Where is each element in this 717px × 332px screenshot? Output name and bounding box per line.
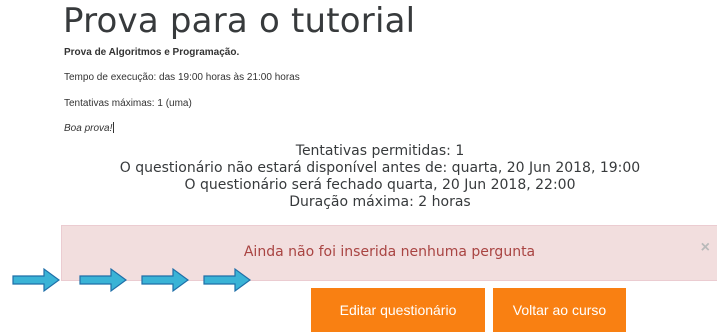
quiz-open-date: O questionário não estará disponível ant… (119, 160, 641, 176)
text-cursor (113, 122, 115, 133)
edit-quiz-button[interactable]: Editar questionário (311, 288, 485, 332)
attempts-allowed: Tentativas permitidas: 1 (295, 143, 465, 159)
intro-line-time: Tempo de execução: das 19:00 horas às 21… (64, 72, 300, 83)
page-title: Prova para o tutorial (63, 1, 416, 41)
arrow-right-icon (203, 267, 251, 293)
intro-line-course: Prova de Algoritmos e Programação. (64, 47, 240, 58)
intro-line-attempts: Tentativas máximas: 1 (uma) (64, 98, 192, 109)
alert-message: Ainda não foi inserida nenhuma pergunta (243, 244, 536, 260)
quiz-close-date: O questionário será fechado quarta, 20 J… (184, 177, 576, 193)
back-to-course-button[interactable]: Voltar ao curso (493, 288, 626, 332)
close-icon[interactable]: × (701, 239, 710, 257)
arrow-right-icon (141, 267, 189, 293)
quiz-time-limit: Duração máxima: 2 horas (289, 194, 471, 210)
arrow-right-icon (79, 267, 127, 293)
quiz-info: Tentativas permitidas: 1 O questionário … (0, 143, 717, 211)
quiz-intro: Prova de Algoritmos e Programação. Tempo… (64, 47, 300, 134)
arrow-right-icon (12, 267, 60, 293)
intro-greeting-text: Boa prova! (64, 123, 113, 134)
intro-line-greeting: Boa prova! (64, 122, 115, 134)
